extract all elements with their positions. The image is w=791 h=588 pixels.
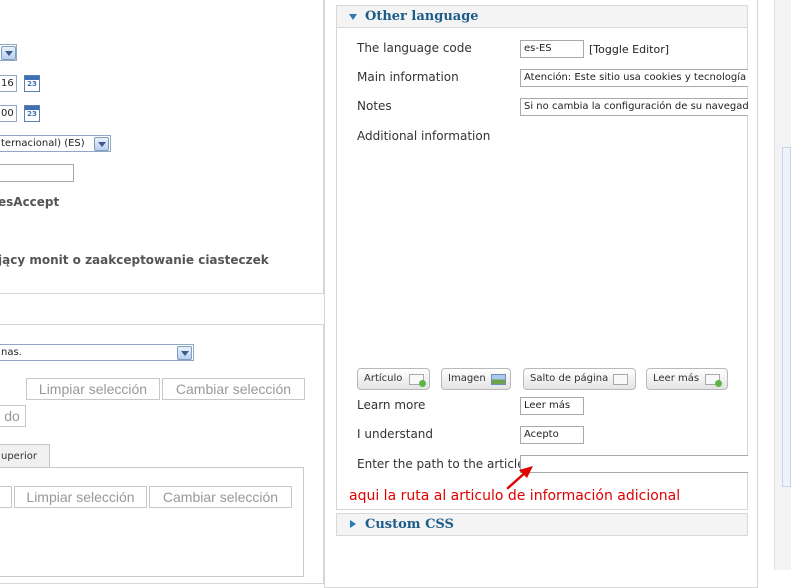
main-information-label: Main information [357, 70, 459, 84]
toggle-editor-link[interactable]: [Toggle Editor] [589, 43, 669, 56]
monit-text: jący monit o zaakceptowanie ciasteczek [0, 253, 269, 267]
other-language-header[interactable]: Other language [336, 5, 748, 28]
date-field-1[interactable]: 16 [0, 75, 17, 92]
article-button[interactable]: Artículo [357, 368, 430, 390]
tab-content-panel [0, 467, 304, 577]
learn-more-label: Learn more [357, 398, 426, 412]
read-more-button[interactable]: Leer más [646, 368, 728, 390]
custom-css-header[interactable]: Custom CSS [336, 513, 748, 536]
dropdown-arrow-icon[interactable] [1, 46, 16, 60]
notes-label: Notes [357, 99, 392, 113]
other-language-legend: Other language [365, 9, 479, 24]
do-button[interactable]: do [0, 405, 26, 427]
selection-spacer-button[interactable] [0, 486, 12, 508]
learn-more-input[interactable]: Leer más [520, 397, 584, 415]
select-field-2[interactable]: nas. [0, 344, 194, 361]
article-path-input[interactable] [520, 455, 748, 473]
language-code-label: The language code [357, 41, 472, 55]
language-code-input[interactable]: es-ES [520, 40, 584, 58]
change-selection-button[interactable]: Cambiar selección [162, 378, 305, 400]
tab-superior[interactable]: uperior [0, 444, 50, 468]
date-field-2[interactable]: 00 [0, 105, 17, 122]
image-button[interactable]: Imagen [441, 368, 511, 390]
clear-selection-button[interactable]: Limpiar selección [26, 378, 160, 400]
cookies-accept-text: esAccept [0, 195, 60, 209]
dropdown-arrow-icon[interactable] [177, 346, 192, 360]
scrollbar-thumb[interactable] [782, 147, 791, 487]
dropdown-arrow-icon[interactable] [94, 137, 109, 151]
main-information-input[interactable]: Atención: Este sitio usa cookies y tecno… [520, 69, 748, 87]
article-plus-icon [409, 374, 426, 387]
language-select[interactable]: ternacional) (ES) [0, 135, 111, 152]
calendar-icon[interactable]: 23 [24, 105, 40, 122]
page-break-icon [613, 374, 628, 385]
understand-input[interactable]: Acepto [520, 426, 584, 444]
image-icon [491, 374, 506, 385]
change-selection-button-2[interactable]: Cambiar selección [149, 486, 292, 508]
page-break-button[interactable]: Salto de página [523, 368, 636, 390]
custom-css-legend: Custom CSS [365, 517, 454, 532]
read-more-icon [705, 374, 722, 387]
understand-label: I understand [357, 427, 434, 441]
select-field-1[interactable] [0, 44, 17, 61]
additional-information-label: Additional information [357, 129, 491, 143]
text-input-left[interactable] [0, 164, 74, 182]
clear-selection-button-2[interactable]: Limpiar selección [14, 486, 147, 508]
annotation-text: aqui la ruta al articulo de información … [349, 488, 681, 504]
calendar-icon[interactable]: 23 [24, 75, 40, 92]
notes-input[interactable]: Si no cambia la configuración de su nave… [520, 98, 748, 116]
